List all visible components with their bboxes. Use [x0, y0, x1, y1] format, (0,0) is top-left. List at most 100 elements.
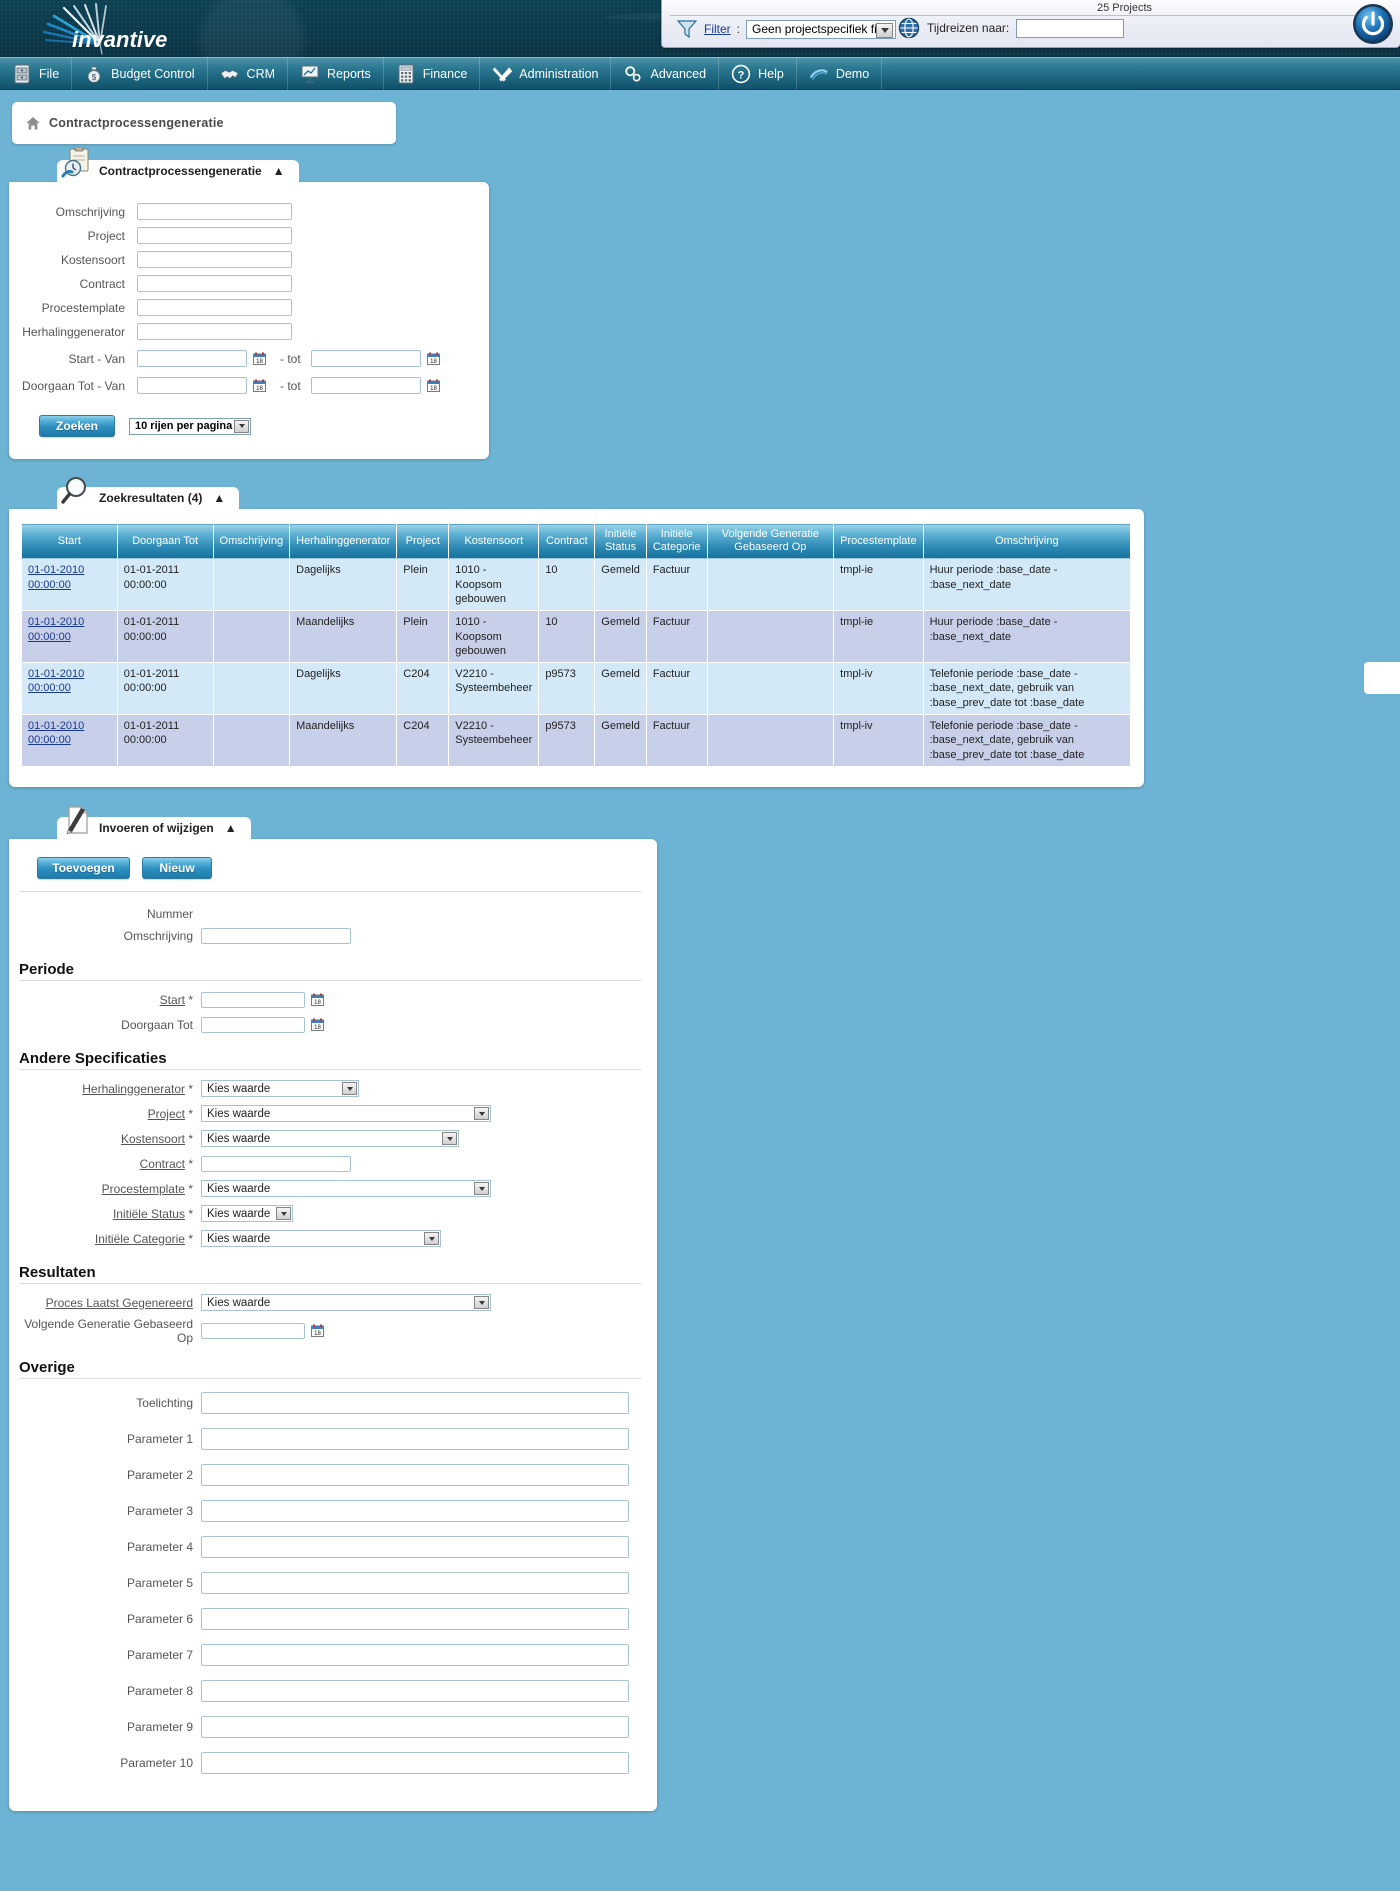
menu-item-finance[interactable]: Finance — [384, 57, 481, 90]
edit-input-parameter-6[interactable] — [201, 1608, 629, 1631]
menu-item-demo[interactable]: Demo — [797, 57, 883, 90]
edit-input-parameter-7[interactable] — [201, 1644, 629, 1667]
menu-item-administration[interactable]: Administration — [480, 57, 612, 90]
field-label-text[interactable]: Proces Laatst Gegenereerd — [46, 1296, 193, 1310]
menu-item-crm[interactable]: CRM — [208, 57, 289, 90]
chevron-down-icon[interactable] — [876, 22, 894, 38]
field-label-text[interactable]: Project — [148, 1107, 185, 1121]
add-button[interactable]: Toevoegen — [37, 856, 130, 879]
edit-input-parameter-1[interactable] — [201, 1428, 629, 1451]
chevron-up-icon[interactable]: ▲ — [213, 491, 225, 505]
edit-select-initiele-categorie[interactable]: Kies waarde — [201, 1230, 441, 1248]
edit-select-herhalinggenerator[interactable]: Kies waarde — [201, 1080, 359, 1098]
power-button[interactable] — [1352, 3, 1394, 45]
search-doorgaan-from[interactable] — [137, 377, 247, 394]
field-label-text[interactable]: Initiële Status — [113, 1207, 185, 1221]
calendar-icon[interactable]: 18 — [426, 379, 440, 392]
field-label-text[interactable]: Contract — [140, 1157, 185, 1171]
calendar-icon[interactable]: 18 — [311, 1018, 324, 1032]
table-row[interactable]: 01-01-2010 00:00:00 01-01-2011 00:00:00 … — [21, 610, 1132, 664]
timetravel-input[interactable] — [1016, 18, 1125, 38]
field-label-text[interactable]: Procestemplate — [102, 1182, 185, 1196]
col-kostensoort[interactable]: Kostensoort — [448, 522, 540, 560]
side-tab-stub[interactable] — [1364, 662, 1400, 694]
col-project[interactable]: Project — [396, 522, 450, 560]
search-start-from[interactable] — [137, 350, 247, 367]
edit-select-initiele-status[interactable]: Kies waarde — [201, 1205, 293, 1223]
col-omschrijving-2[interactable]: Omschrijving — [922, 522, 1132, 560]
results-panel-header[interactable]: Zoekresultaten (4) ▲ — [57, 477, 240, 509]
chevron-up-icon[interactable]: ▲ — [273, 164, 285, 178]
chevron-up-icon[interactable]: ▲ — [225, 821, 237, 835]
search-panel-header[interactable]: Contractprocessengeneratie ▲ — [57, 146, 299, 182]
search-start-to[interactable] — [310, 350, 421, 367]
search-button[interactable]: Zoeken — [39, 415, 115, 437]
edit-input-omschrijving[interactable] — [201, 927, 351, 944]
edit-input-parameter-5[interactable] — [201, 1572, 629, 1595]
menu-item-file[interactable]: File — [0, 57, 73, 90]
row-link[interactable]: 01-01-2010 00:00:00 — [28, 564, 84, 590]
menu-item-help[interactable]: ? Help — [719, 57, 797, 90]
col-initiele-categorie[interactable]: Initiële Categorie — [645, 522, 708, 560]
rows-per-page-select[interactable]: 10 rijen per pagina — [129, 417, 251, 435]
field-label-text[interactable]: Initiële Categorie — [95, 1232, 185, 1246]
calendar-icon[interactable]: 18 — [426, 352, 440, 365]
col-omschrijving[interactable]: Omschrijving — [212, 522, 291, 560]
col-initiele-status[interactable]: Initiële Status — [594, 522, 647, 560]
chevron-down-icon[interactable] — [276, 1207, 291, 1221]
field-label-text[interactable]: Kostensoort — [121, 1132, 185, 1146]
table-row[interactable]: 01-01-2010 00:00:00 01-01-2011 00:00:00 … — [21, 662, 1132, 716]
new-button[interactable]: Nieuw — [142, 856, 212, 879]
menu-item-budget-control[interactable]: $ Budget Control — [72, 57, 208, 90]
chevron-down-icon[interactable] — [474, 1107, 489, 1121]
col-volgende-generatie[interactable]: Volgende Generatie Gebaseerd Op — [706, 522, 835, 560]
calendar-icon[interactable]: 18 — [311, 993, 324, 1007]
search-input-project[interactable] — [137, 227, 292, 244]
calendar-icon[interactable]: 18 — [253, 379, 266, 392]
col-procestemplate[interactable]: Procestemplate — [833, 522, 924, 560]
chevron-down-icon[interactable] — [342, 1082, 357, 1096]
table-row[interactable]: 01-01-2010 00:00:00 01-01-2011 00:00:00 … — [21, 558, 1132, 612]
edit-select-proces-laatst-gegenereerd[interactable]: Kies waarde — [201, 1294, 491, 1312]
search-input-contract[interactable] — [137, 275, 292, 292]
edit-input-toelichting[interactable] — [201, 1392, 629, 1415]
row-link[interactable]: 01-01-2010 00:00:00 — [28, 668, 84, 694]
calendar-icon[interactable]: 18 — [253, 352, 266, 365]
edit-input-parameter-2[interactable] — [201, 1464, 629, 1487]
edit-input-parameter-3[interactable] — [201, 1500, 629, 1523]
search-input-herhalinggenerator[interactable] — [137, 323, 292, 340]
row-link[interactable]: 01-01-2010 00:00:00 — [28, 720, 84, 746]
search-doorgaan-to[interactable] — [310, 377, 421, 394]
menu-item-advanced[interactable]: Advanced — [611, 57, 720, 90]
col-start[interactable]: Start — [21, 522, 118, 560]
edit-select-project[interactable]: Kies waarde — [201, 1105, 491, 1123]
search-input-kostensoort[interactable] — [137, 251, 292, 268]
col-doorgaan-tot[interactable]: Doorgaan Tot — [116, 522, 214, 560]
chevron-down-icon[interactable] — [442, 1132, 457, 1146]
col-contract[interactable]: Contract — [538, 522, 596, 560]
search-input-omschrijving[interactable] — [137, 203, 292, 220]
edit-input-start[interactable] — [201, 991, 305, 1008]
table-row[interactable]: 01-01-2010 00:00:00 01-01-2011 00:00:00 … — [21, 714, 1132, 767]
field-label-text[interactable]: Herhalinggenerator — [82, 1082, 185, 1096]
edit-select-procestemplate[interactable]: Kies waarde — [201, 1180, 491, 1198]
edit-input-parameter-8[interactable] — [201, 1680, 629, 1703]
edit-input-parameter-9[interactable] — [201, 1716, 629, 1739]
chevron-down-icon[interactable] — [474, 1296, 489, 1310]
breadcrumb[interactable]: Contractprocessengeneratie — [12, 102, 396, 144]
edit-input-parameter-4[interactable] — [201, 1536, 629, 1559]
edit-input-doorgaan-tot[interactable] — [201, 1016, 305, 1033]
edit-input-contract[interactable] — [201, 1155, 351, 1172]
col-herhalinggenerator[interactable]: Herhalinggenerator — [289, 522, 398, 560]
filter-label[interactable]: Filter — [704, 22, 731, 36]
edit-panel-header[interactable]: Invoeren of wijzigen ▲ — [57, 806, 251, 839]
chevron-down-icon[interactable] — [424, 1232, 439, 1246]
menu-item-reports[interactable]: Reports — [288, 57, 384, 90]
chevron-down-icon[interactable] — [234, 419, 249, 433]
row-link[interactable]: 01-01-2010 00:00:00 — [28, 616, 84, 642]
edit-select-kostensoort[interactable]: Kies waarde — [201, 1130, 459, 1148]
edit-input-parameter-10[interactable] — [201, 1752, 629, 1775]
calendar-icon[interactable]: 18 — [311, 1324, 324, 1338]
search-input-procestemplate[interactable] — [137, 299, 292, 316]
filter-select[interactable]: Geen projectspecifiek filter — [746, 19, 897, 39]
